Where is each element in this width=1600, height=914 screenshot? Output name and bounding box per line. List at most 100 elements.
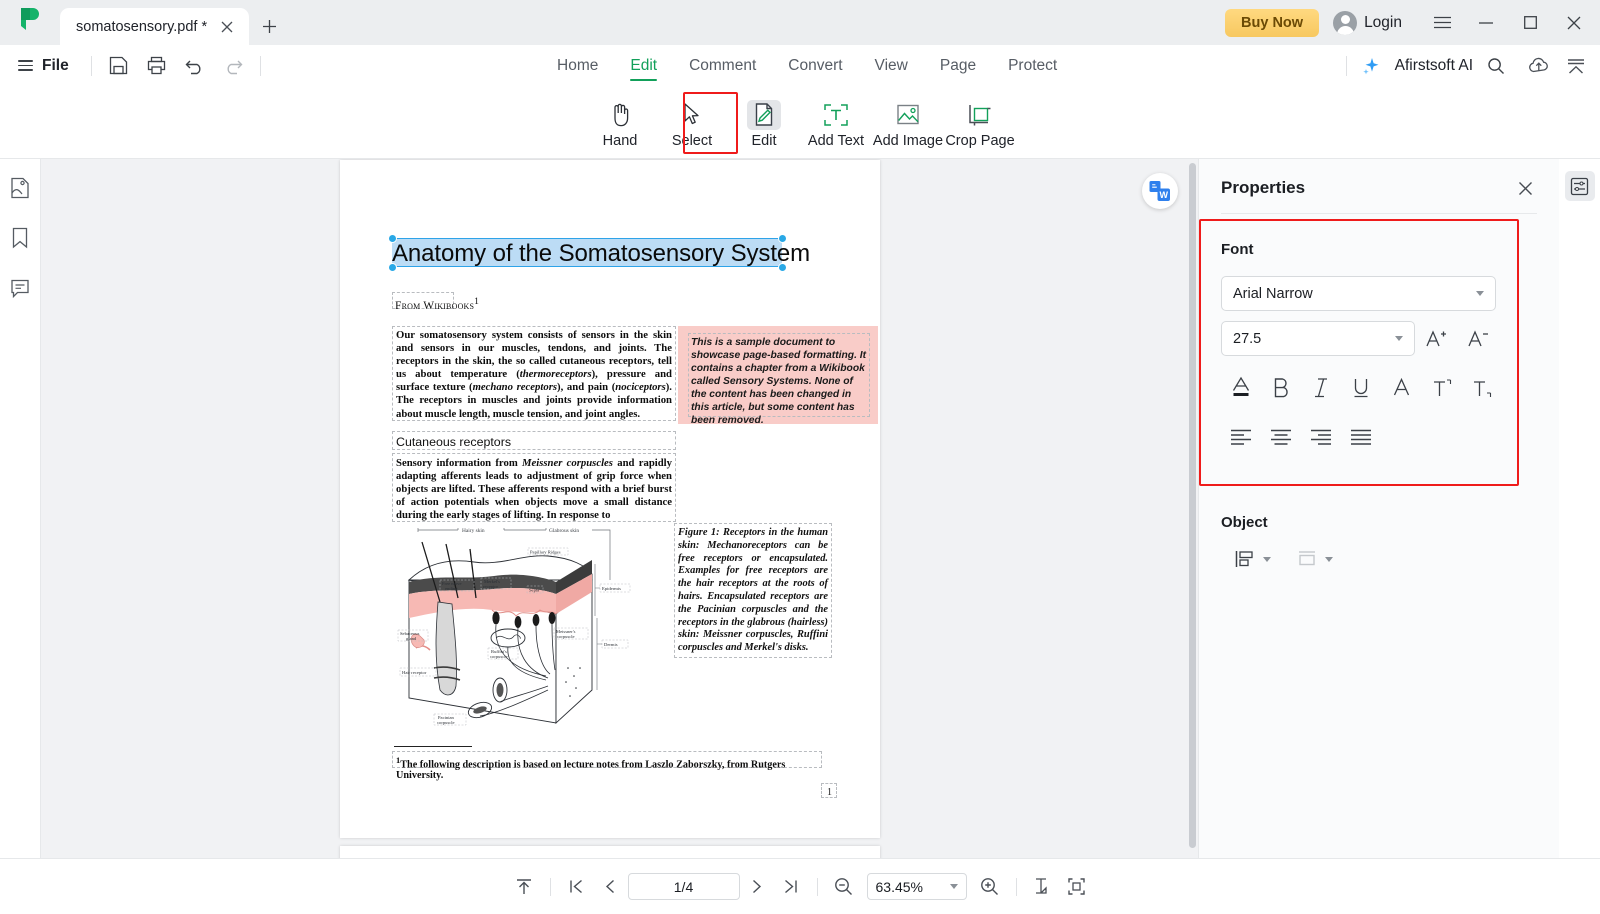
next-page-icon[interactable] <box>740 870 774 904</box>
document-footnote[interactable]: 1The following description is based on l… <box>392 752 822 784</box>
zoom-in-icon[interactable] <box>973 870 1007 904</box>
search-icon[interactable] <box>1487 57 1505 75</box>
fit-page-icon[interactable] <box>1026 870 1060 904</box>
first-page-icon[interactable] <box>560 870 594 904</box>
document-tab[interactable]: somatosensory.pdf * <box>60 8 250 45</box>
login-button[interactable]: Login <box>1333 10 1402 35</box>
tool-add-image[interactable]: Add Image <box>872 96 944 149</box>
tool-label: Add Image <box>872 132 944 149</box>
add-text-icon <box>819 100 853 130</box>
tab-view[interactable]: View <box>859 45 924 86</box>
text-format-row <box>1221 370 1501 404</box>
svg-text:receptor: receptor <box>483 584 499 589</box>
add-image-icon <box>891 100 925 130</box>
zoom-level-select[interactable]: 63.45% <box>866 873 967 900</box>
vertical-scrollbar[interactable] <box>1189 159 1196 858</box>
footnote-text: The following description is based on le… <box>396 759 786 782</box>
callout-text[interactable]: This is a sample document to showcase pa… <box>688 333 870 430</box>
minimize-icon[interactable] <box>1464 0 1508 45</box>
svg-text:W: W <box>1159 190 1168 200</box>
tool-hand[interactable]: Hand <box>584 96 656 149</box>
align-center-icon[interactable] <box>1261 420 1301 454</box>
selection-handle-bl[interactable] <box>388 263 397 272</box>
tab-comment[interactable]: Comment <box>673 45 772 86</box>
selection-handle-tl[interactable] <box>388 234 397 243</box>
tab-edit[interactable]: Edit <box>614 45 673 86</box>
redo-icon[interactable] <box>214 47 252 85</box>
selection-handle-br[interactable] <box>778 263 787 272</box>
tool-add-text[interactable]: Add Text <box>800 96 872 149</box>
pdf-page-2-peek[interactable] <box>340 846 880 858</box>
italic-icon[interactable] <box>1301 370 1341 404</box>
close-icon[interactable] <box>1513 176 1537 200</box>
increase-font-size-icon[interactable] <box>1415 322 1457 356</box>
thumbnail-page-icon[interactable] <box>5 173 35 203</box>
document-section-heading[interactable]: Cutaneous receptors <box>392 432 676 452</box>
scrollbar-thumb[interactable] <box>1189 163 1196 848</box>
print-icon[interactable] <box>138 47 176 85</box>
divider <box>1345 55 1347 76</box>
subscript-icon[interactable] <box>1461 370 1501 404</box>
ribbon-toolbar: Hand Select Edit Add Text Add Image Crop… <box>0 86 1600 159</box>
align-right-icon[interactable] <box>1301 420 1341 454</box>
bookmark-icon[interactable] <box>5 223 35 253</box>
fit-width-icon[interactable] <box>1060 870 1094 904</box>
cloud-upload-icon[interactable] <box>1528 56 1550 75</box>
previous-page-icon[interactable] <box>594 870 628 904</box>
properties-panel-toggle-icon[interactable] <box>1564 171 1595 201</box>
scroll-to-top-icon[interactable] <box>507 870 541 904</box>
align-justify-icon[interactable] <box>1341 420 1381 454</box>
plus-icon[interactable] <box>249 8 289 45</box>
file-menu-button[interactable]: File <box>0 57 83 75</box>
document-paragraph-1[interactable]: Our somatosensory system consists of sen… <box>392 326 676 424</box>
align-left-icon[interactable] <box>1221 420 1261 454</box>
tool-select[interactable]: Select <box>656 96 728 149</box>
pdf-page-1[interactable]: Anatomy of the Somatosensory System From… <box>340 160 880 838</box>
afirstsoft-ai-group: Afirstsoft AI <box>1345 45 1505 86</box>
divider <box>1015 877 1017 896</box>
bold-icon[interactable] <box>1261 370 1301 404</box>
buy-now-button[interactable]: Buy Now <box>1225 8 1320 37</box>
avatar <box>1333 10 1358 35</box>
tab-convert[interactable]: Convert <box>772 45 858 86</box>
comment-icon[interactable] <box>5 273 35 303</box>
save-icon[interactable] <box>100 47 138 85</box>
close-icon[interactable] <box>215 15 239 39</box>
tool-label: Edit <box>751 132 777 149</box>
font-size-select[interactable]: 27.5 <box>1221 321 1415 356</box>
tab-home[interactable]: Home <box>541 45 614 86</box>
arrange-objects-button[interactable] <box>1297 550 1333 568</box>
convert-to-word-icon[interactable]: W <box>1142 173 1178 209</box>
selected-text-title[interactable]: Anatomy of the Somatosensory System <box>392 238 810 267</box>
maximize-icon[interactable] <box>1508 0 1552 45</box>
document-figure-caption[interactable]: Figure 1: Receptors in the human skin: M… <box>674 524 832 658</box>
strikethrough-icon[interactable] <box>1381 370 1421 404</box>
tab-protect[interactable]: Protect <box>992 45 1073 86</box>
document-viewport[interactable]: W Anatomy of the Somatosensory System Fr… <box>41 159 1198 858</box>
right-sidebar <box>1559 159 1600 858</box>
title-bar: somatosensory.pdf * Buy Now Login <box>0 0 1600 45</box>
align-objects-button[interactable] <box>1235 549 1271 569</box>
tab-page[interactable]: Page <box>924 45 992 86</box>
svg-text:Dermis: Dermis <box>604 642 618 647</box>
tool-label: Add Text <box>807 132 865 149</box>
tool-edit[interactable]: Edit <box>728 96 800 149</box>
page-indicator-input[interactable]: 1/4 <box>627 873 740 900</box>
ai-label[interactable]: Afirstsoft AI <box>1395 57 1473 75</box>
document-paragraph-2[interactable]: Sensory information from Meissner corpus… <box>392 454 676 525</box>
last-page-icon[interactable] <box>774 870 808 904</box>
font-family-select[interactable]: Arial Narrow <box>1221 276 1496 311</box>
selection-handle-tr[interactable] <box>778 234 787 243</box>
hamburger-menu-icon[interactable] <box>1420 0 1464 45</box>
font-color-icon[interactable] <box>1221 370 1261 404</box>
source-footnote-marker: 1 <box>474 296 480 307</box>
decrease-font-size-icon[interactable] <box>1457 322 1499 356</box>
superscript-icon[interactable] <box>1421 370 1461 404</box>
window-close-icon[interactable] <box>1552 0 1596 45</box>
tool-crop-page[interactable]: Crop Page <box>944 96 1016 149</box>
underline-icon[interactable] <box>1341 370 1381 404</box>
menubar-right-icons <box>1528 45 1586 86</box>
undo-icon[interactable] <box>176 47 214 85</box>
collapse-ribbon-icon[interactable] <box>1566 57 1586 75</box>
zoom-out-icon[interactable] <box>827 870 861 904</box>
